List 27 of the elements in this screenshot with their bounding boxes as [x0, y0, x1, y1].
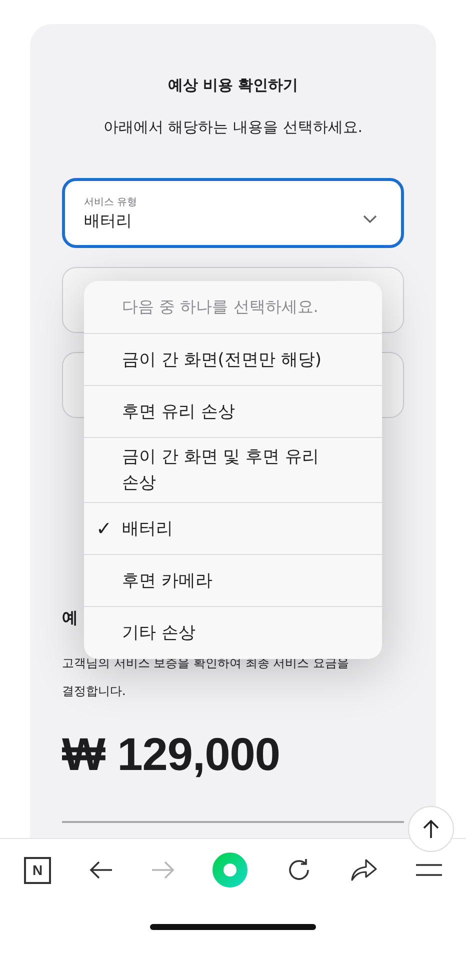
dropdown-option[interactable]: 금이 간 화면 및 후면 유리 손상: [84, 438, 382, 503]
dropdown-placeholder: 다음 중 하나를 선택하세요.: [84, 281, 382, 334]
checkmark-icon: ✓: [96, 518, 112, 540]
dropdown-option[interactable]: 후면 유리 손상: [84, 386, 382, 438]
arrow-up-icon: [423, 819, 439, 839]
menu-icon: [416, 863, 442, 877]
field-label: 서비스 유형: [84, 196, 138, 208]
toolbar-button[interactable]: [88, 860, 113, 880]
dropdown-option[interactable]: 후면 카메라: [84, 555, 382, 607]
dropdown-option[interactable]: 금이 간 화면(전면만 해당): [84, 334, 382, 386]
back-arrow-icon: [88, 860, 113, 880]
forward-arrow-icon: [150, 860, 175, 880]
price: ₩ 129,000: [62, 728, 280, 780]
field-value: 배터리: [84, 210, 133, 232]
page-title: 예상 비용 확인하기: [166, 76, 300, 95]
scroll-to-top-button[interactable]: [408, 806, 454, 852]
chevron-down-icon: [363, 214, 377, 224]
dropdown-option[interactable]: 기타 손상: [84, 607, 382, 659]
ring-icon: [212, 852, 248, 888]
service-type-select[interactable]: 서비스 유형 배터리: [62, 178, 404, 248]
section-heading: 예: [62, 608, 78, 627]
toolbar-button[interactable]: [416, 863, 442, 877]
share-arrow-icon: [350, 858, 378, 882]
subtitle: 아래에서 해당하는 내용을 선택하세요.: [102, 118, 364, 137]
logo-button[interactable]: N: [24, 856, 51, 884]
toolbar-button[interactable]: [350, 858, 378, 882]
dropdown-option[interactable]: ✓ 배터리: [84, 503, 382, 555]
